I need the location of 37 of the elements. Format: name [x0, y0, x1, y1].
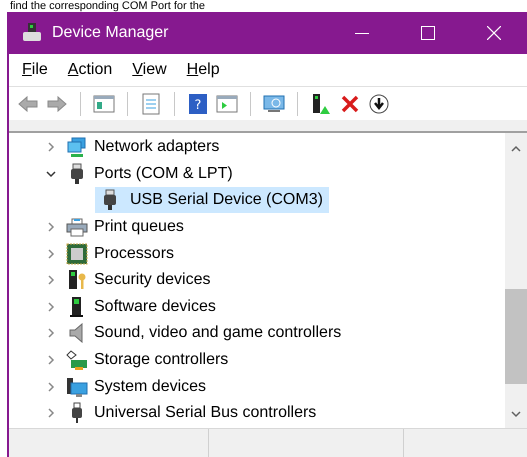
menu-item[interactable]: Help [186, 58, 220, 82]
device-with-key-icon [66, 269, 88, 292]
window-title: Device Manager [52, 23, 168, 43]
menu-item[interactable]: File [22, 58, 48, 82]
tree-item[interactable]: Ports (COM & LPT) [92, 162, 235, 186]
minimize-icon [355, 32, 369, 34]
tree-item[interactable]: System devices [92, 374, 208, 399]
scrollbar-thumb[interactable] [505, 289, 527, 384]
storage-controller-icon [66, 349, 88, 372]
monitor-scan-icon[interactable] [263, 92, 285, 114]
scrollbar[interactable] [505, 133, 527, 428]
tree-item[interactable]: Network adapters [92, 135, 222, 160]
tree-item[interactable]: Software devices [92, 294, 218, 319]
computer-icon [66, 376, 88, 398]
properties-window-icon[interactable] [93, 92, 115, 114]
help-icon[interactable]: ? [187, 92, 209, 114]
document-icon[interactable] [140, 92, 162, 114]
tree-item[interactable]: USB Serial Device (COM3) [95, 187, 329, 214]
download-circle-icon[interactable] [368, 92, 390, 114]
tree-item[interactable]: Universal Serial Bus controllers [92, 401, 318, 426]
menu-item[interactable]: View [132, 58, 167, 82]
tree-item[interactable]: Processors [92, 242, 176, 266]
tree-item[interactable]: Storage controllers [92, 348, 230, 372]
chip-icon [66, 242, 88, 265]
tree-item[interactable]: Sound, video and game controllers [92, 321, 344, 346]
printer-icon [66, 216, 88, 238]
caption-text: find the corresponding COM Port for the [10, 0, 206, 12]
tree-item[interactable]: Print queues [92, 215, 186, 240]
window-play-icon[interactable] [216, 92, 238, 114]
maximize-icon [421, 26, 435, 40]
tree-item[interactable]: Security devices [92, 268, 212, 292]
update-driver-icon[interactable] [310, 92, 332, 114]
menu-item[interactable]: Action [68, 58, 112, 82]
network-icon [66, 136, 88, 158]
tree-item-label: USB Serial Device (COM3) [130, 190, 323, 210]
device-icon [21, 22, 43, 44]
close-icon [487, 26, 501, 40]
